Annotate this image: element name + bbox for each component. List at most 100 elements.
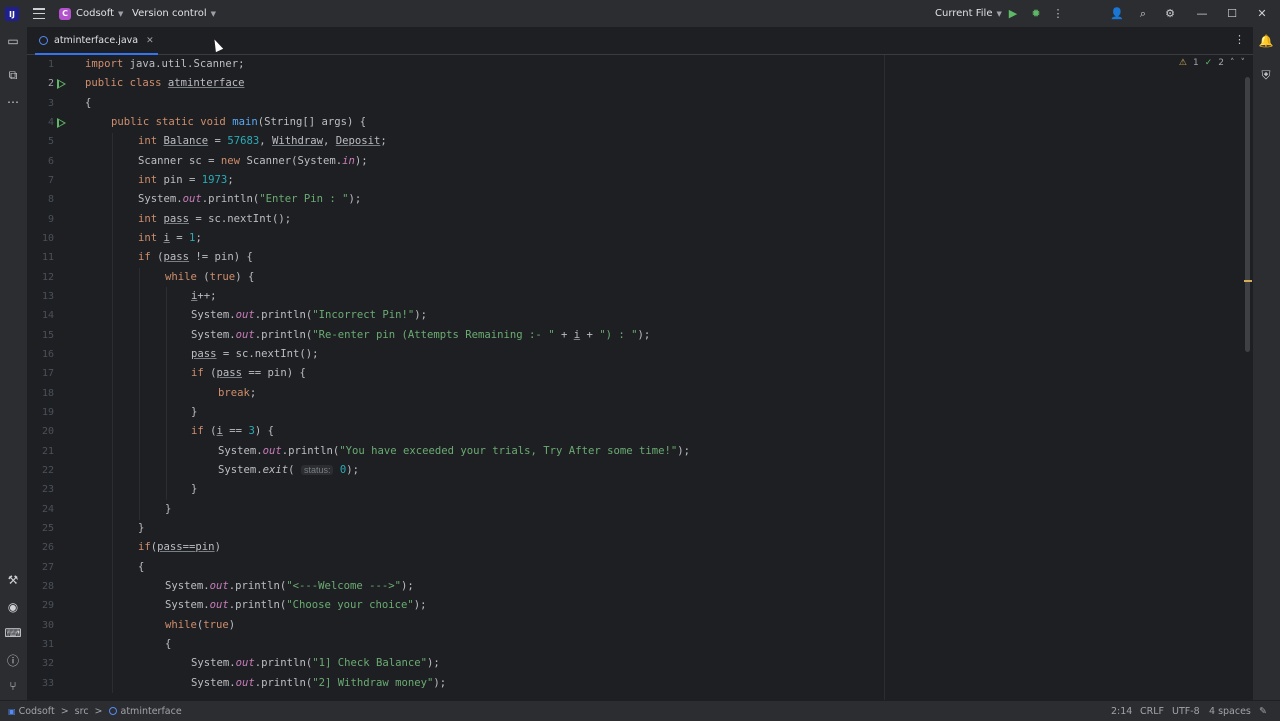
- line-number: 9: [47, 214, 54, 225]
- code-line-20: if (i == 3) {: [191, 425, 274, 437]
- run-class-icon[interactable]: [57, 79, 66, 89]
- tab-atminterface-java[interactable]: atminterface.java ✕: [35, 27, 158, 55]
- line-ending[interactable]: CRLF: [1140, 701, 1164, 721]
- build-hammer-icon[interactable]: ⚒: [5, 572, 21, 588]
- code-line-3: {: [85, 97, 92, 109]
- code-line-11: if (pass != pin) {: [138, 251, 253, 263]
- line-number: 26: [41, 542, 54, 553]
- breadcrumb: ▣ Codsoft > src > atminterface: [8, 701, 182, 721]
- intellij-logo-icon[interactable]: IJ: [5, 7, 19, 21]
- notifications-bell-icon[interactable]: 🔔: [1258, 33, 1274, 49]
- code-line-26: if(pass==pin): [138, 541, 221, 553]
- code-line-1: import java.util.Scanner;: [85, 58, 245, 70]
- code-editor[interactable]: ⚠ 1 ✓ 2 ˄ ˅ 1 2 3 4 5 6 7 8 9 10 11 12 13 14 15 16 17 18 19 2…: [27, 55, 1253, 700]
- line-number: 8: [47, 194, 54, 205]
- code-line-12: while (true) {: [165, 271, 255, 283]
- structure-icon[interactable]: ⧉: [5, 67, 21, 83]
- code-line-27: {: [138, 561, 145, 573]
- code-line-25: }: [138, 522, 145, 534]
- java-class-icon: [108, 707, 117, 715]
- code-line-10: int i = 1;: [138, 232, 202, 244]
- right-tool-strip: 🔔 ⛨: [1253, 27, 1280, 700]
- chevron-up-icon[interactable]: ˄: [1230, 58, 1235, 68]
- maximize-icon[interactable]: ☐: [1217, 0, 1247, 27]
- line-number: 20: [41, 426, 54, 437]
- run-main-icon[interactable]: [57, 118, 66, 128]
- run-config-label: Current File: [935, 8, 993, 19]
- search-icon[interactable]: ⌕: [1128, 0, 1158, 27]
- line-number: 27: [41, 562, 54, 573]
- code-line-30: while(true): [165, 619, 236, 631]
- close-icon[interactable]: ✕: [1247, 0, 1277, 27]
- version-control-menu[interactable]: Version control ▼: [132, 0, 216, 27]
- code-line-29: System.out.println("Choose your choice")…: [165, 599, 427, 611]
- code-line-14: System.out.println("Incorrect Pin!");: [191, 309, 428, 321]
- more-actions-icon[interactable]: ⋮: [1043, 0, 1073, 27]
- warning-marker[interactable]: [1244, 280, 1252, 282]
- project-folder-icon[interactable]: ▭: [5, 33, 21, 49]
- code-line-5: int Balance = 57683, Withdraw, Deposit;: [138, 135, 387, 147]
- line-number: 16: [41, 349, 54, 360]
- minimize-icon[interactable]: —: [1187, 0, 1217, 27]
- line-number: 19: [41, 407, 54, 418]
- line-number: 31: [41, 639, 54, 650]
- file-encoding[interactable]: UTF-8: [1172, 701, 1200, 721]
- terminal-icon[interactable]: ⌨: [4, 625, 21, 641]
- title-bar: IJ C Codsoft ▼ Version control ▼ Current…: [0, 0, 1280, 27]
- line-number: 12: [41, 272, 54, 283]
- inspection-widget[interactable]: ⚠ 1 ✓ 2 ˄ ˅: [1179, 58, 1245, 68]
- line-number: 3: [47, 98, 54, 109]
- line-number: 21: [41, 446, 54, 457]
- close-tab-icon[interactable]: ✕: [146, 36, 154, 46]
- code-line-13: i++;: [191, 290, 217, 302]
- code-line-7: int pin = 1973;: [138, 174, 234, 186]
- line-number: 28: [41, 581, 54, 592]
- services-icon[interactable]: ◉: [5, 599, 21, 615]
- line-number: 33: [41, 678, 54, 689]
- line-number: 24: [41, 504, 54, 515]
- project-badge: C: [59, 7, 71, 20]
- code-line-16: pass = sc.nextInt();: [191, 348, 319, 360]
- code-line-17: if (pass == pin) {: [191, 367, 306, 379]
- module-icon: ▣: [8, 706, 16, 716]
- right-margin-guide: [884, 55, 885, 700]
- code-line-9: int pass = sc.nextInt();: [138, 213, 292, 225]
- git-branch-icon[interactable]: ⑂: [5, 678, 21, 694]
- line-number: 5: [47, 136, 54, 147]
- run-config-selector[interactable]: Current File ▼: [935, 0, 1002, 27]
- line-number: 18: [41, 388, 54, 399]
- vertical-scrollbar[interactable]: [1245, 77, 1250, 352]
- check-icon: ✓: [1204, 58, 1213, 68]
- indent-setting[interactable]: 4 spaces: [1209, 701, 1251, 721]
- code-line-24: }: [165, 503, 172, 515]
- code-line-4: public static void main(String[] args) {: [111, 116, 367, 128]
- tab-label: atminterface.java: [54, 35, 139, 46]
- read-only-lock-icon[interactable]: ✎: [1259, 701, 1267, 721]
- chevron-down-icon[interactable]: ˅: [1241, 58, 1246, 68]
- line-number: 23: [41, 484, 54, 495]
- settings-gear-icon[interactable]: ⚙: [1155, 0, 1185, 27]
- project-selector[interactable]: C Codsoft ▼: [59, 0, 123, 27]
- breadcrumb-project[interactable]: Codsoft: [19, 706, 55, 717]
- problems-icon[interactable]: ⓘ: [5, 652, 21, 668]
- breadcrumb-folder[interactable]: src: [75, 706, 89, 717]
- code-line-8: System.out.println("Enter Pin : ");: [138, 193, 362, 205]
- left-tool-strip: ▭ ⧉ ⋯ ⚒ ◉ ⌨ ⓘ ⑂: [0, 27, 28, 700]
- check-count: 2: [1218, 58, 1224, 68]
- status-bar: ▣ Codsoft > src > atminterface 2:14 CRLF…: [0, 700, 1280, 721]
- line-number: 29: [41, 600, 54, 611]
- line-number: 32: [41, 658, 54, 669]
- breadcrumb-class[interactable]: atminterface: [121, 706, 182, 717]
- more-tools-icon[interactable]: ⋯: [5, 94, 21, 110]
- parameter-hint: status:: [300, 465, 334, 475]
- line-number: 4: [47, 117, 54, 128]
- tab-options-icon[interactable]: ⋮: [1234, 33, 1245, 46]
- code-line-18: break;: [218, 387, 257, 399]
- code-line-23: }: [191, 483, 198, 495]
- caret-position[interactable]: 2:14: [1111, 701, 1132, 721]
- shield-icon[interactable]: ⛨: [1258, 67, 1274, 83]
- chevron-down-icon: ▼: [118, 9, 124, 18]
- project-name: Codsoft: [76, 8, 115, 19]
- warning-icon: ⚠: [1178, 58, 1187, 68]
- main-menu-icon[interactable]: [33, 8, 45, 19]
